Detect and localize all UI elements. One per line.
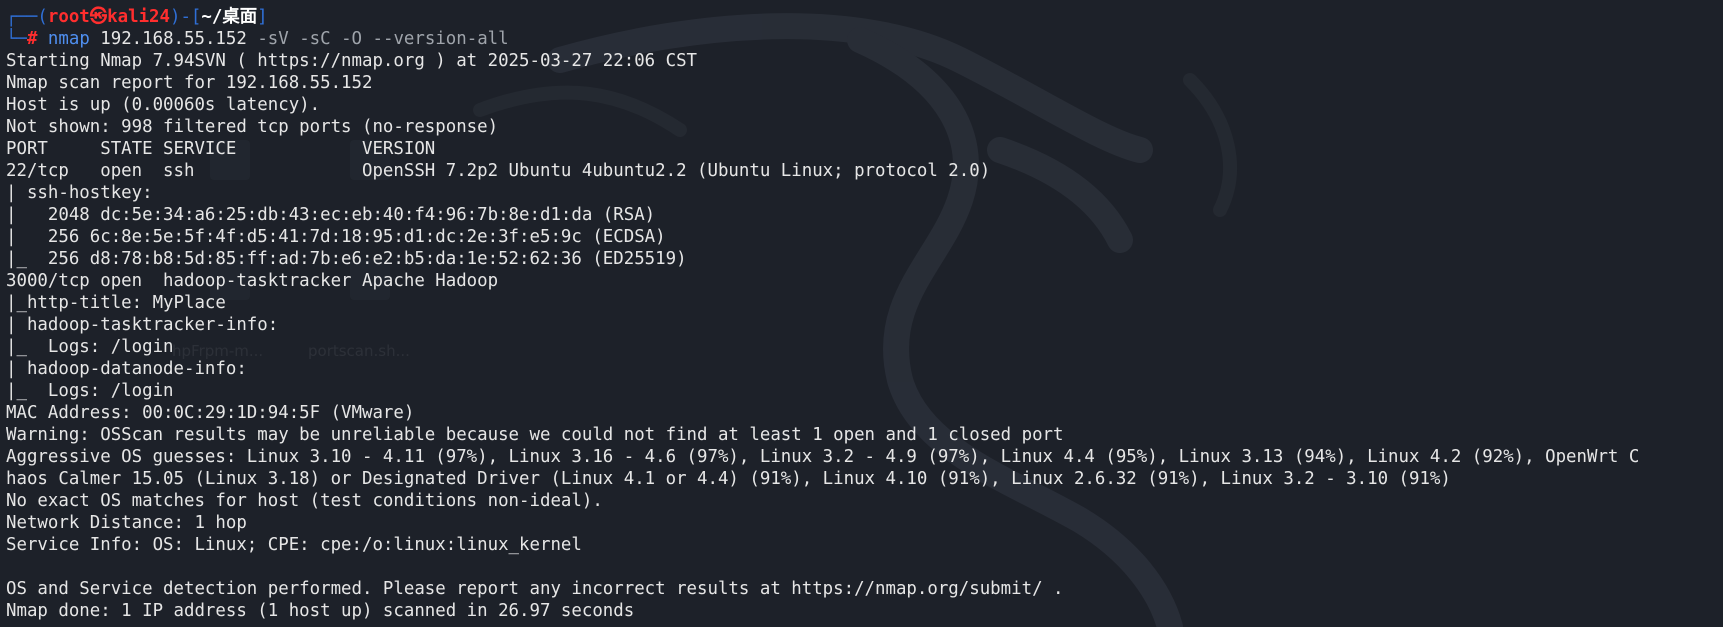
prompt-user-host: root㉿kali24 (47, 7, 170, 27)
output-line: MAC Address: 00:0C:29:1D:94:5F (VMware) (6, 403, 415, 423)
output-line: | 256 6c:8e:5e:5f:4f:d5:41:7d:18:95:d1:d… (6, 227, 666, 247)
output-line: 22/tcp open ssh OpenSSH 7.2p2 Ubuntu 4ub… (6, 161, 991, 181)
output-line: haos Calmer 15.05 (Linux 3.18) or Design… (6, 469, 1451, 489)
prompt-path: ~/桌面 (201, 7, 258, 27)
output-line: |_ 256 d8:78:b8:5d:85:ff:ad:7b:e6:e2:b5:… (6, 249, 687, 269)
output-line: | ssh-hostkey: (6, 183, 164, 203)
output-line: PORT STATE SERVICE VERSION (6, 139, 436, 159)
prompt-frame-bottom: └─ (6, 29, 27, 49)
output-line: Not shown: 998 filtered tcp ports (no-re… (6, 117, 499, 137)
prompt-line: ┌──(root㉿kali24)-[~/桌面] (6, 6, 1723, 28)
prompt-frame-top: ┌──( (6, 7, 48, 27)
prompt-hash: # (26, 29, 48, 49)
output-line: Warning: OSScan results may be unreliabl… (6, 425, 1064, 445)
output-line: |_ Logs: /login (6, 381, 174, 401)
output-line: |_http-title: MyPlace (6, 293, 226, 313)
prompt-frame-mid: )-[ (169, 7, 202, 27)
output-line: Nmap scan report for 192.168.55.152 (6, 73, 373, 93)
output-line: Service Info: OS: Linux; CPE: cpe:/o:lin… (6, 535, 582, 555)
command-target: 192.168.55.152 (89, 29, 247, 49)
output-line: | 2048 dc:5e:34:a6:25:db:43:ec:eb:40:f4:… (6, 205, 656, 225)
output-line: Aggressive OS guesses: Linux 3.10 - 4.11… (6, 447, 1640, 467)
command-name: nmap (47, 29, 90, 49)
output-line: |_ Logs: /login (6, 337, 174, 357)
terminal-output[interactable]: ┌──(root㉿kali24)-[~/桌面] └─# nmap 192.168… (6, 6, 1723, 627)
output-line: Nmap done: 1 IP address (1 host up) scan… (6, 601, 635, 621)
output-line: Host is up (0.00060s latency). (6, 95, 321, 115)
output-line: | hadoop-tasktracker-info: (6, 315, 289, 335)
command-line: └─# nmap 192.168.55.152 -sV -sC -O --ver… (6, 28, 1723, 50)
output-line: Starting Nmap 7.94SVN ( https://nmap.org… (6, 51, 698, 71)
output-line: Network Distance: 1 hop (6, 513, 247, 533)
command-args: -sV -sC -O --version-all (246, 29, 509, 49)
output-line: 3000/tcp open hadoop-tasktracker Apache … (6, 271, 499, 291)
output-line: No exact OS matches for host (test condi… (6, 491, 603, 511)
output-line: | hadoop-datanode-info: (6, 359, 258, 379)
prompt-frame-end: ] (257, 7, 268, 27)
output-line: OS and Service detection performed. Plea… (6, 579, 1064, 599)
